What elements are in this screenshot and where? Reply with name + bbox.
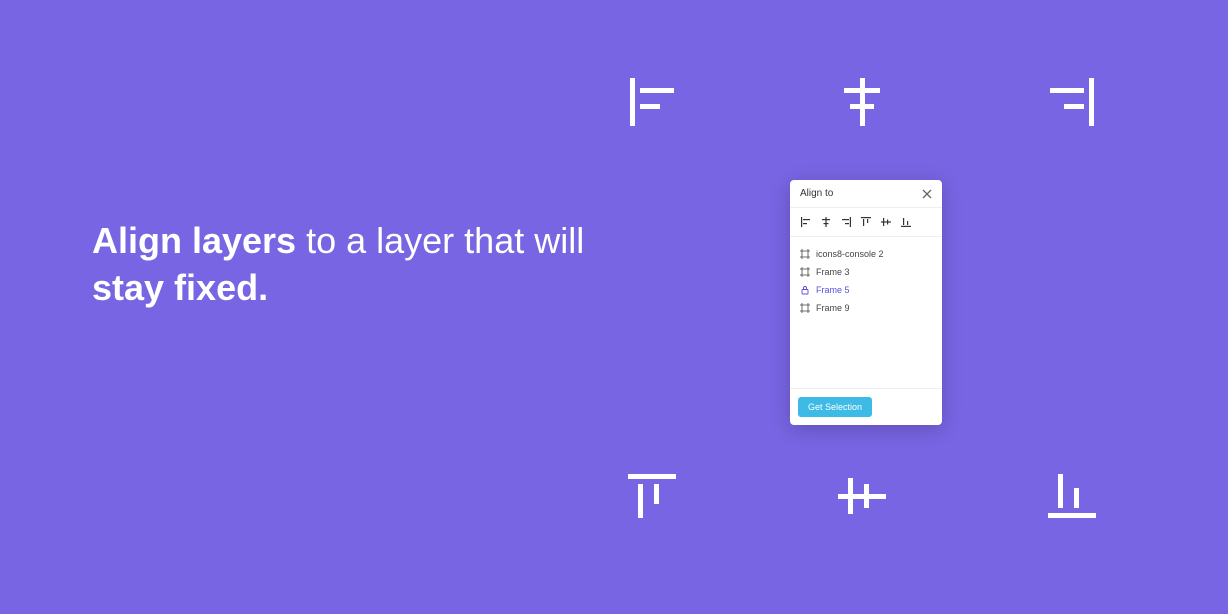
frame-icon <box>800 267 810 277</box>
align-bottom-large-icon <box>1044 468 1100 524</box>
headline-text: to a layer that will <box>296 220 584 261</box>
align-top-icon[interactable] <box>860 216 872 228</box>
headline-bold-2: stay fixed. <box>92 267 268 308</box>
align-bottom-icon[interactable] <box>900 216 912 228</box>
panel-title: Align to <box>800 188 833 199</box>
layer-label: Frame 5 <box>816 285 850 295</box>
layer-label: Frame 3 <box>816 267 850 277</box>
align-top-large-icon <box>624 468 680 524</box>
align-right-icon[interactable] <box>840 216 852 228</box>
layer-item[interactable]: Frame 3 <box>790 263 942 281</box>
align-panel: Align to icons8-console 2 <box>790 180 942 425</box>
align-vertical-center-icon[interactable] <box>880 216 892 228</box>
align-toolbar <box>790 208 942 237</box>
headline-bold-1: Align layers <box>92 220 296 261</box>
align-horizontal-center-icon[interactable] <box>820 216 832 228</box>
layers-list: icons8-console 2 Frame 3 Frame 5 Frame 9 <box>790 237 942 388</box>
frame-icon <box>800 249 810 259</box>
layer-label: Frame 9 <box>816 303 850 313</box>
align-left-icon[interactable] <box>800 216 812 228</box>
layer-item[interactable]: Frame 9 <box>790 299 942 317</box>
close-icon[interactable] <box>922 189 932 199</box>
layer-item-selected[interactable]: Frame 5 <box>790 281 942 299</box>
align-horizontal-center-large-icon <box>834 74 890 130</box>
panel-header: Align to <box>790 180 942 208</box>
frame-icon <box>800 303 810 313</box>
get-selection-button[interactable]: Get Selection <box>798 397 872 417</box>
layer-label: icons8-console 2 <box>816 249 884 259</box>
align-left-large-icon <box>624 74 680 130</box>
layer-item[interactable]: icons8-console 2 <box>790 245 942 263</box>
headline: Align layers to a layer that will stay f… <box>92 218 584 312</box>
align-vertical-center-large-icon <box>834 468 890 524</box>
align-right-large-icon <box>1044 74 1100 130</box>
panel-footer: Get Selection <box>790 388 942 425</box>
lock-icon <box>800 285 810 295</box>
